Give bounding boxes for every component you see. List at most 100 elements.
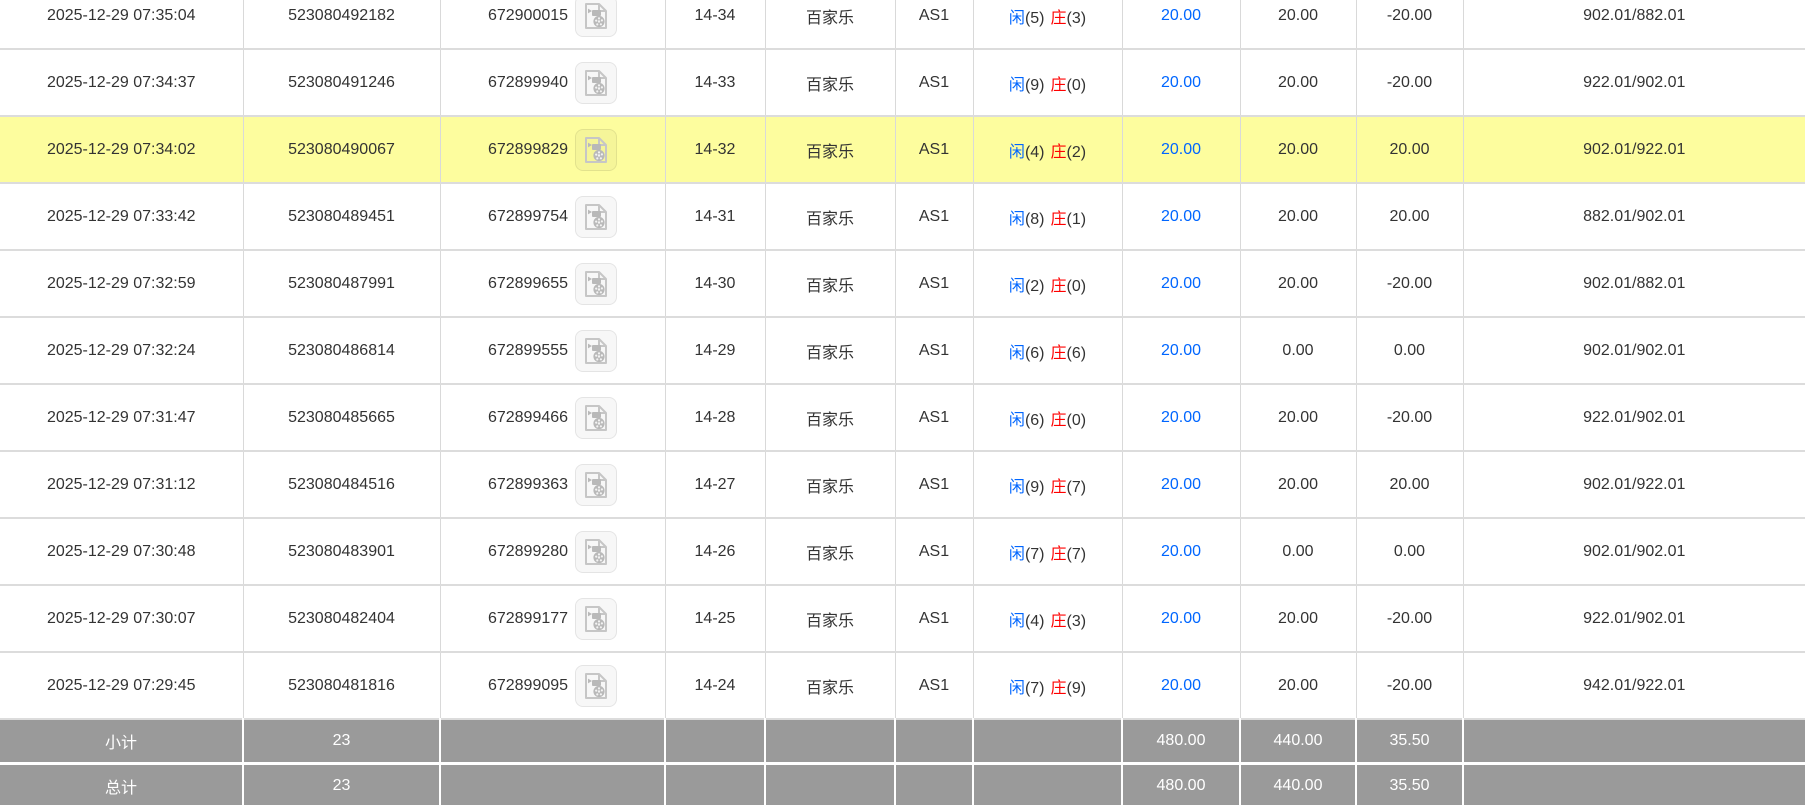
- total-label: 总计: [0, 764, 243, 805]
- video-file-icon: [583, 69, 609, 97]
- cell-bet-id: 523080484516: [243, 451, 440, 518]
- video-file-icon: [583, 605, 609, 633]
- banker-result-label: 庄: [1051, 680, 1067, 697]
- video-replay-button[interactable]: [575, 263, 617, 305]
- cell-balance: 922.01/902.01: [1463, 49, 1805, 116]
- player-result-score: (6): [1025, 412, 1045, 429]
- cell-bet-id: 523080491246: [243, 49, 440, 116]
- video-replay-button[interactable]: [575, 598, 617, 640]
- player-result-score: (4): [1025, 613, 1045, 630]
- table-body: 2025-12-29 07:35:04 523080492182 6729000…: [0, 0, 1805, 719]
- cell-bet-time: 2025-12-29 07:31:12: [0, 451, 243, 518]
- cell-game-type: 百家乐: [765, 451, 895, 518]
- cell-round-number: 14-31: [665, 183, 765, 250]
- video-replay-button[interactable]: [575, 129, 617, 171]
- cell-game-result: 闲(9)庄(7): [973, 451, 1122, 518]
- banker-result-label: 庄: [1051, 144, 1067, 161]
- video-replay-button[interactable]: [575, 397, 617, 439]
- banker-result-label: 庄: [1051, 77, 1067, 94]
- table-row[interactable]: 2025-12-29 07:33:42 523080489451 6728997…: [0, 183, 1805, 250]
- cell-bet-amount: 20.00: [1122, 384, 1240, 451]
- video-replay-button[interactable]: [575, 62, 617, 104]
- video-replay-button[interactable]: [575, 330, 617, 372]
- bet-amount-link[interactable]: 20.00: [1161, 7, 1201, 24]
- cell-bet-id: 523080485665: [243, 384, 440, 451]
- banker-result-label: 庄: [1051, 278, 1067, 295]
- video-file-icon: [583, 404, 609, 432]
- banker-result-score: (6): [1067, 345, 1087, 362]
- cell-game-result: 闲(8)庄(1): [973, 183, 1122, 250]
- player-result-label: 闲: [1009, 412, 1025, 429]
- table-row[interactable]: 2025-12-29 07:35:04 523080492182 6729000…: [0, 0, 1805, 49]
- bet-amount-link[interactable]: 20.00: [1161, 208, 1201, 225]
- cell-valid-amount: 0.00: [1240, 518, 1356, 585]
- bet-amount-link[interactable]: 20.00: [1161, 342, 1201, 359]
- bet-amount-link[interactable]: 20.00: [1161, 543, 1201, 560]
- table-row[interactable]: 2025-12-29 07:34:37 523080491246 6728999…: [0, 49, 1805, 116]
- bet-amount-link[interactable]: 20.00: [1161, 677, 1201, 694]
- table-row[interactable]: 2025-12-29 07:31:47 523080485665 6728994…: [0, 384, 1805, 451]
- cell-bet-id: 523080487991: [243, 250, 440, 317]
- table-row[interactable]: 2025-12-29 07:32:24 523080486814 6728995…: [0, 317, 1805, 384]
- cell-round-number: 14-28: [665, 384, 765, 451]
- cell-valid-amount: 20.00: [1240, 585, 1356, 652]
- cell-bet-time: 2025-12-29 07:29:45: [0, 652, 243, 719]
- cell-bet-id: 523080481816: [243, 652, 440, 719]
- game-id-text: 672899095: [488, 677, 568, 695]
- cell-round-number: 14-30: [665, 250, 765, 317]
- cell-bet-amount: 20.00: [1122, 585, 1240, 652]
- bet-amount-link[interactable]: 20.00: [1161, 141, 1201, 158]
- video-file-icon: [583, 337, 609, 365]
- cell-table-name: AS1: [895, 0, 973, 49]
- cell-win-loss: -20.00: [1356, 49, 1463, 116]
- cell-bet-time: 2025-12-29 07:32:59: [0, 250, 243, 317]
- cell-bet-time: 2025-12-29 07:35:04: [0, 0, 243, 49]
- video-file-icon: [583, 471, 609, 499]
- cell-bet-id: 523080483901: [243, 518, 440, 585]
- video-replay-button[interactable]: [575, 196, 617, 238]
- banker-result-score: (0): [1067, 278, 1087, 295]
- bet-amount-link[interactable]: 20.00: [1161, 610, 1201, 627]
- game-id-text: 672899466: [488, 409, 568, 427]
- cell-bet-amount: 20.00: [1122, 183, 1240, 250]
- video-replay-button[interactable]: [575, 0, 617, 37]
- cell-game-type: 百家乐: [765, 0, 895, 49]
- cell-table-name: AS1: [895, 652, 973, 719]
- table-row[interactable]: 2025-12-29 07:30:48 523080483901 6728992…: [0, 518, 1805, 585]
- cell-balance: 882.01/902.01: [1463, 183, 1805, 250]
- table-row[interactable]: 2025-12-29 07:32:59 523080487991 6728996…: [0, 250, 1805, 317]
- video-replay-button[interactable]: [575, 665, 617, 707]
- video-replay-button[interactable]: [575, 531, 617, 573]
- subtotal-label: 小计: [0, 719, 243, 764]
- game-id-text: 672899280: [488, 543, 568, 561]
- cell-game-type: 百家乐: [765, 652, 895, 719]
- bet-amount-link[interactable]: 20.00: [1161, 409, 1201, 426]
- cell-bet-amount: 20.00: [1122, 116, 1240, 183]
- banker-result-score: (9): [1067, 680, 1087, 697]
- cell-game-type: 百家乐: [765, 49, 895, 116]
- player-result-score: (8): [1025, 211, 1045, 228]
- cell-game-result: 闲(2)庄(0): [973, 250, 1122, 317]
- bet-amount-link[interactable]: 20.00: [1161, 476, 1201, 493]
- cell-game-result: 闲(7)庄(7): [973, 518, 1122, 585]
- bet-history-table: 2025-12-29 07:35:04 523080492182 6729000…: [0, 0, 1805, 805]
- banker-result-label: 庄: [1051, 345, 1067, 362]
- table-row[interactable]: 2025-12-29 07:34:02 523080490067 6728998…: [0, 116, 1805, 183]
- cell-round-number: 14-33: [665, 49, 765, 116]
- bet-amount-link[interactable]: 20.00: [1161, 275, 1201, 292]
- video-file-icon: [583, 203, 609, 231]
- banker-result-score: (7): [1067, 479, 1087, 496]
- banker-result-label: 庄: [1051, 412, 1067, 429]
- player-result-label: 闲: [1009, 680, 1025, 697]
- cell-game-id: 672899280: [440, 518, 665, 585]
- table-row[interactable]: 2025-12-29 07:29:45 523080481816 6728990…: [0, 652, 1805, 719]
- table-row[interactable]: 2025-12-29 07:30:07 523080482404 6728991…: [0, 585, 1805, 652]
- cell-table-name: AS1: [895, 116, 973, 183]
- video-replay-button[interactable]: [575, 464, 617, 506]
- cell-game-result: 闲(6)庄(6): [973, 317, 1122, 384]
- bet-amount-link[interactable]: 20.00: [1161, 74, 1201, 91]
- player-result-score: (5): [1025, 10, 1045, 27]
- player-result-score: (6): [1025, 345, 1045, 362]
- player-result-label: 闲: [1009, 211, 1025, 228]
- table-row[interactable]: 2025-12-29 07:31:12 523080484516 6728993…: [0, 451, 1805, 518]
